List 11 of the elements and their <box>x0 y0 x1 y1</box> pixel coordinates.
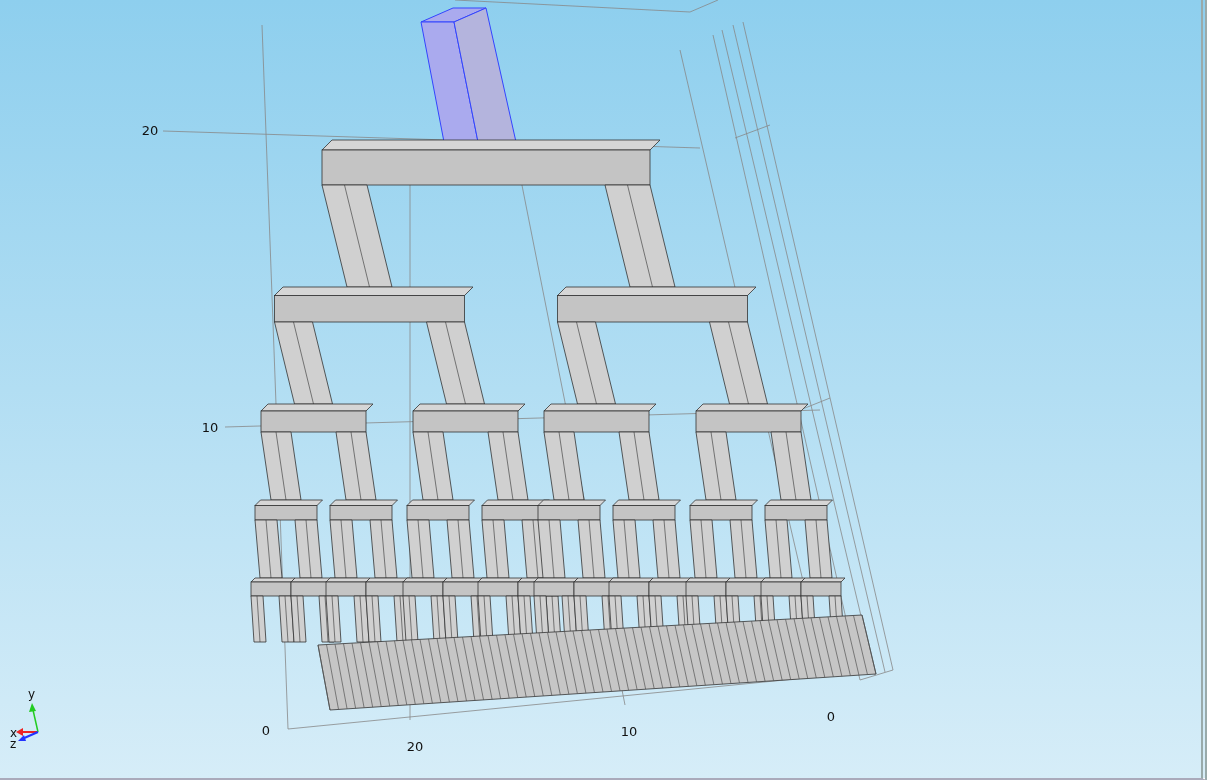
axis-label: x <box>10 726 18 740</box>
axis-tick-label: 0 <box>261 723 271 738</box>
axis-tick-label: 10 <box>201 420 219 435</box>
manifold-tree-drawing[interactable] <box>250 139 877 711</box>
graphics-viewport[interactable]: 20 10 0 20 10 0 x y z <box>0 0 1207 780</box>
axis-label: y <box>28 687 36 701</box>
axis-label: z <box>10 737 17 751</box>
axis-tick-label: 10 <box>620 724 638 739</box>
axis-tick-label: 20 <box>406 739 424 754</box>
axis-tick-label: 0 <box>826 709 836 724</box>
axis-tick-label: 20 <box>141 123 159 138</box>
